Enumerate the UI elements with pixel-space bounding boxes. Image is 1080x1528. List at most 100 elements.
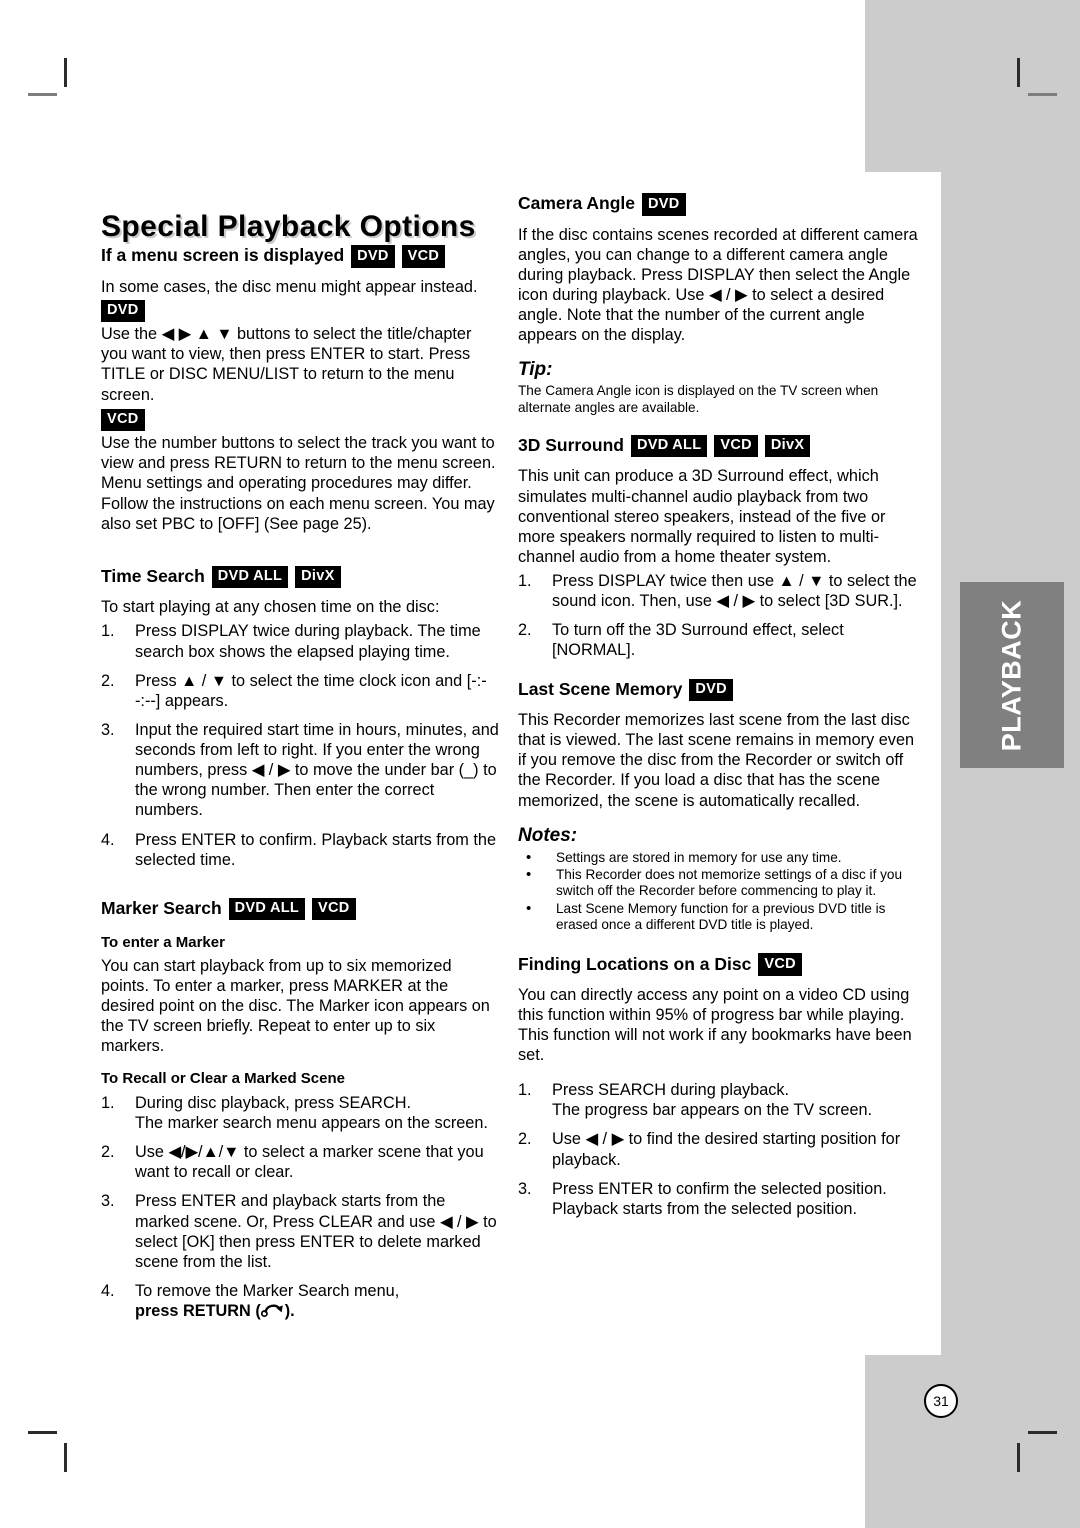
disc-badge-vcd: VCD <box>758 953 802 976</box>
section-heading-finding-locations: Finding Locations on a Disc VCD <box>518 953 918 976</box>
list-item: 4. To remove the Marker Search menu, pre… <box>101 1281 501 1323</box>
list-item: 1. Press SEARCH during playback. The prog… <box>518 1080 918 1120</box>
notes-label: Notes: <box>518 824 578 846</box>
step-number: 4. <box>101 830 115 849</box>
step-text: Use ◀/▶/▲/▼ to select a marker scene tha… <box>135 1143 484 1182</box>
section-heading-text: Finding Locations on a Disc <box>518 953 752 974</box>
right-column: Camera Angle DVD If the disc contains sc… <box>518 193 918 1228</box>
step-text: Press ▲ / ▼ to select the time clock ico… <box>135 671 487 710</box>
disc-badge-dvd-all: DVD ALL <box>630 434 708 458</box>
surround-text: This unit can produce a 3D Surround effe… <box>518 467 886 566</box>
disc-badge-dvd: DVD <box>351 245 395 268</box>
bullet-icon: • <box>526 899 532 917</box>
list-item: 2. Use ◀/▶/▲/▼ to select a marker scene t… <box>101 1142 501 1182</box>
step-number: 1. <box>518 572 532 590</box>
section-heading-camera-angle: Camera Angle DVD <box>518 193 918 216</box>
menu-intro-text: In some cases, the disc menu might appea… <box>101 277 478 296</box>
marker-search-steps: 1. During disc playback, press SEARCH. Th… <box>101 1093 501 1323</box>
subheading-enter-marker: To enter a Marker <box>101 934 225 952</box>
list-item: 2. Press ▲ / ▼ to select the time clock i… <box>101 671 501 711</box>
step-text: Use ◀ / ▶ to find the desired starting p… <box>552 1130 901 1169</box>
section-heading-3d-surround: 3D Surround DVD ALL VCD DivX <box>518 434 918 458</box>
step-number: 1. <box>518 1081 532 1100</box>
step-text: Press DISPLAY twice then use ▲ / ▼ to se… <box>552 572 917 611</box>
note-text: This Recorder does not memorize settings… <box>556 866 903 899</box>
section-heading-marker-search: Marker Search DVD ALL VCD <box>101 897 501 921</box>
page-content: Special Playback Options If a menu scree… <box>0 0 941 1528</box>
step-number: 3. <box>101 720 115 739</box>
disc-badge-vcd: VCD <box>714 434 758 458</box>
step-text: During disc playback, press SEARCH. The … <box>135 1093 488 1132</box>
step-text: Press ENTER to confirm. Playback starts … <box>135 830 497 869</box>
menu-dvd-text: Use the ◀ ▶ ▲ ▼ buttons to select the ti… <box>101 325 472 404</box>
disc-badge-vcd: VCD <box>401 245 446 268</box>
disc-badge-dvd: DVD <box>689 678 733 701</box>
bullet-icon: • <box>526 848 532 866</box>
section-heading-text: Last Scene Memory <box>518 678 683 699</box>
disc-badge-vcd: VCD <box>312 897 356 921</box>
tip-label: Tip: <box>518 359 553 381</box>
crop-mark-bottom-right-vertical <box>1017 1443 1020 1472</box>
section-heading-text: Marker Search <box>101 898 222 919</box>
left-column: If a menu screen is displayed DVD VCD In… <box>101 245 501 1332</box>
crop-mark-top-right-vertical <box>1017 58 1020 87</box>
list-item: 2. Use ◀ / ▶ to find the desired starting… <box>518 1129 918 1169</box>
step-number: 3. <box>101 1192 115 1211</box>
return-arrow-icon <box>260 1303 285 1323</box>
step-text: To turn off the 3D Surround effect, sele… <box>552 621 844 660</box>
list-item: 1. Press DISPLAY twice during playback. T… <box>101 621 501 661</box>
list-item: 3. Input the required start time in hours… <box>101 720 501 821</box>
step-text: Input the required start time in hours, … <box>135 720 499 820</box>
last-scene-notes: • Settings are stored in memory for use a… <box>518 848 918 934</box>
list-item: 2. To turn off the 3D Surround effect, se… <box>518 620 918 660</box>
section-heading-text: Camera Angle <box>518 193 636 214</box>
menu-vcd-text: Use the number buttons to select the tra… <box>101 434 496 533</box>
section-heading-last-scene-memory: Last Scene Memory DVD <box>518 678 918 701</box>
section-heading-text: If a menu screen is displayed <box>101 245 345 266</box>
note-text: Last Scene Memory function for a previou… <box>556 900 886 932</box>
list-item: • Settings are stored in memory for use a… <box>518 848 918 866</box>
disc-badge-divx: DivX <box>764 434 811 458</box>
list-item: 4. Press ENTER to confirm. Playback start… <box>101 830 501 870</box>
step-number: 2. <box>518 1130 532 1149</box>
section-tab-playback: PLAYBACK <box>960 582 1064 768</box>
surround-steps: 1. Press DISPLAY twice then use ▲ / ▼ to … <box>518 571 918 661</box>
step-number: 2. <box>101 1143 115 1162</box>
subheading-recall-marker: To Recall or Clear a Marked Scene <box>101 1070 345 1088</box>
crop-mark-top-right-horizontal <box>1028 93 1057 96</box>
step-text: Press ENTER and playback starts from the… <box>135 1192 497 1271</box>
step-number: 1. <box>101 1093 115 1112</box>
step-number: 2. <box>518 621 532 640</box>
disc-badge-divx: DivX <box>295 565 341 589</box>
time-search-steps: 1. Press DISPLAY twice during playback. T… <box>101 621 501 869</box>
finding-locations-steps: 1. Press SEARCH during playback. The prog… <box>518 1080 918 1219</box>
step-number: 3. <box>518 1179 532 1198</box>
disc-badge-vcd-inline: VCD <box>101 408 145 432</box>
marker-enter-text: You can start playback from up to six me… <box>101 956 490 1056</box>
section-heading-text: Time Search <box>101 566 205 587</box>
step-text-line1: To remove the Marker Search menu, <box>135 1281 400 1300</box>
camera-angle-text: If the disc contains scenes recorded at … <box>518 225 918 345</box>
step-text: Press SEARCH during playback. The progre… <box>552 1081 873 1120</box>
section-tab-label: PLAYBACK <box>996 599 1027 751</box>
step-text: Press DISPLAY twice during playback. The… <box>135 622 481 661</box>
crop-mark-bottom-right-horizontal <box>1028 1431 1057 1434</box>
section-heading-menu-screen: If a menu screen is displayed DVD VCD <box>101 245 501 268</box>
last-scene-text: This Recorder memorizes last scene from … <box>518 711 915 810</box>
section-heading-time-search: Time Search DVD ALL DivX <box>101 565 501 589</box>
bullet-icon: • <box>526 865 532 883</box>
list-item: • Last Scene Memory function for a previo… <box>518 899 918 934</box>
disc-badge-dvd: DVD <box>642 193 686 216</box>
step-text-line2-prefix: press RETURN ( <box>135 1302 261 1320</box>
list-item: • This Recorder does not memorize setting… <box>518 865 918 900</box>
page-title: Special Playback Options <box>101 210 476 244</box>
list-item: 1. Press DISPLAY twice then use ▲ / ▼ to … <box>518 571 918 611</box>
list-item: 3. Press ENTER and playback starts from t… <box>101 1191 501 1272</box>
step-text: Press ENTER to confirm the selected posi… <box>552 1179 887 1218</box>
step-text-line2-suffix: ). <box>284 1302 295 1320</box>
